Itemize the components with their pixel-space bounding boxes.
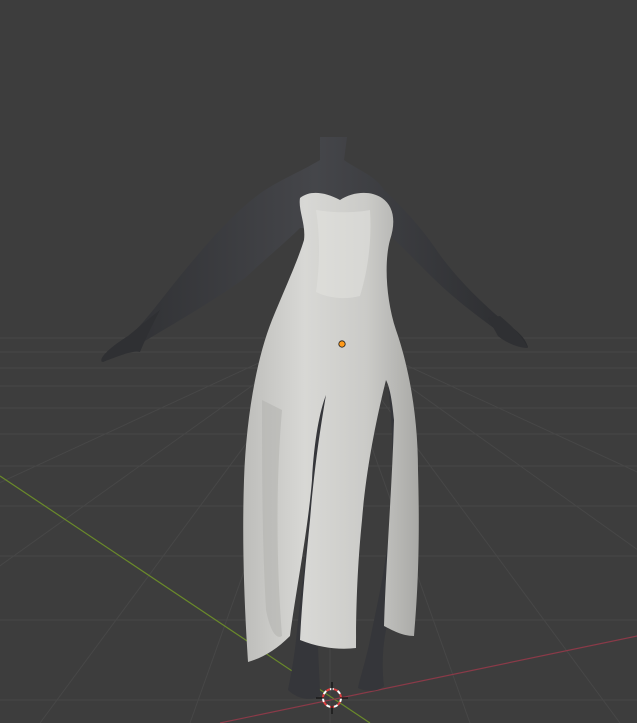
3d-viewport[interactable] bbox=[0, 0, 637, 723]
viewport-canvas[interactable] bbox=[0, 0, 637, 723]
mannequin-right-hand bbox=[488, 316, 528, 348]
object-origin-icon[interactable] bbox=[338, 340, 346, 348]
x-axis-line bbox=[219, 635, 637, 723]
dress-bodice-highlight bbox=[316, 210, 371, 299]
